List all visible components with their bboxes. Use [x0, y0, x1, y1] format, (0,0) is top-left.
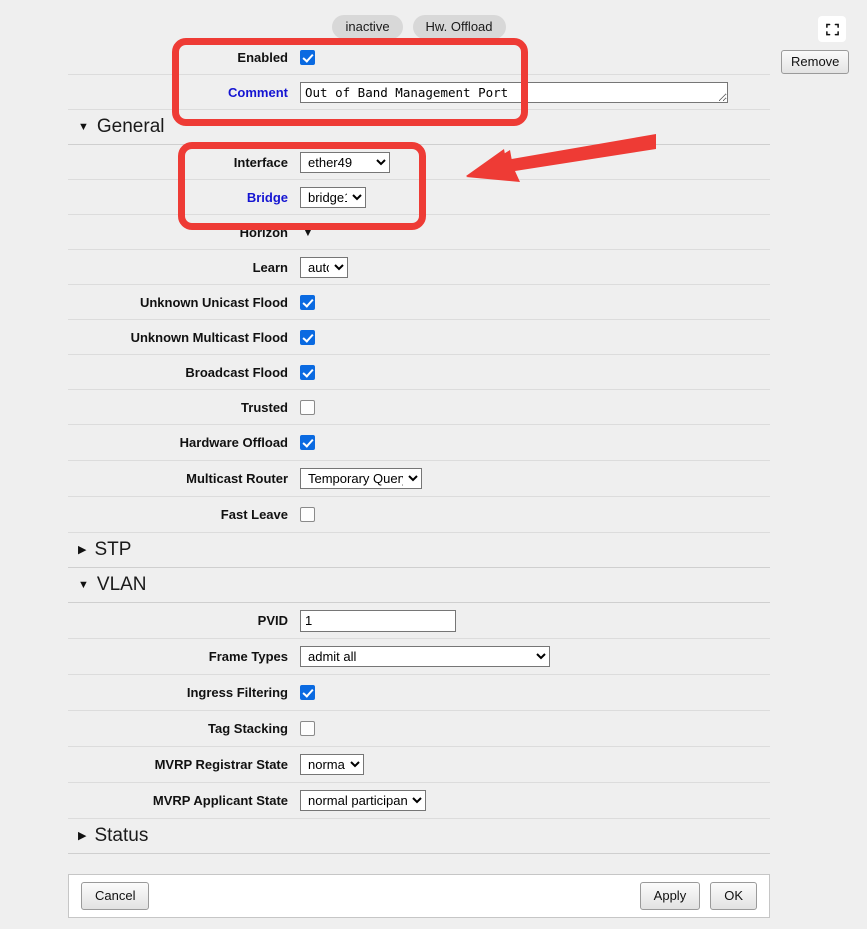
row-unknown-unicast-flood: Unknown Unicast Flood: [68, 285, 770, 320]
comment-textarea[interactable]: Out of Band Management Port: [300, 81, 728, 103]
label-fast-leave: Fast Leave: [220, 507, 288, 522]
row-hardware-offload: Hardware Offload: [68, 425, 770, 461]
label-trusted: Trusted: [241, 399, 288, 415]
interface-select[interactable]: ether49: [300, 151, 390, 173]
label-horizon: Horizon: [239, 224, 288, 240]
settings-form: Enabled Comment Out of Band Management P…: [68, 40, 770, 854]
bridge-port-dialog: inactive Hw. Offload Remove Enabled Comm…: [0, 0, 867, 929]
status-pill-inactive: inactive: [332, 15, 403, 39]
checkbox-hardware-offload[interactable]: [300, 435, 315, 450]
multicast-router-select[interactable]: Temporary Query: [300, 468, 422, 489]
row-mvrp-registrar-state: MVRP Registrar State normal: [68, 747, 770, 783]
row-enabled: Enabled: [68, 40, 770, 75]
row-unknown-multicast-flood: Unknown Multicast Flood: [68, 320, 770, 355]
checkbox-ingress-filtering[interactable]: [300, 685, 315, 700]
chevron-down-icon-vlan: ▼: [78, 578, 89, 591]
row-learn: Learn auto: [68, 250, 770, 285]
row-pvid: PVID: [68, 603, 770, 639]
label-ingress-filtering: Ingress Filtering: [186, 685, 288, 700]
row-frame-types: Frame Types admit all: [68, 639, 770, 675]
checkbox-fast-leave[interactable]: [300, 507, 315, 522]
row-multicast-router: Multicast Router Temporary Query: [68, 461, 770, 497]
apply-button[interactable]: Apply: [639, 882, 701, 910]
chevron-right-icon-status: ▶: [78, 829, 87, 842]
remove-button[interactable]: Remove: [781, 50, 850, 74]
learn-select[interactable]: auto: [300, 256, 348, 278]
checkbox-enabled[interactable]: [300, 49, 315, 65]
section-title-vlan: VLAN: [96, 574, 147, 595]
row-trusted: Trusted: [68, 390, 770, 425]
label-interface: Interface: [233, 154, 288, 170]
section-title-status: Status: [94, 825, 149, 846]
label-hardware-offload: Hardware Offload: [179, 435, 288, 450]
pvid-input[interactable]: [300, 609, 456, 632]
row-interface: Interface ether49: [68, 145, 770, 180]
label-bridge: Bridge: [246, 189, 288, 205]
status-pill-bar: inactive Hw. Offload: [68, 14, 770, 40]
chevron-down-icon-general: ▼: [78, 120, 89, 133]
section-general[interactable]: ▼ General: [68, 110, 770, 145]
chevron-right-icon-stp: ▶: [78, 543, 87, 556]
label-multicast-router: Multicast Router: [186, 471, 288, 486]
label-comment: Comment: [228, 84, 288, 100]
status-pill-hw-offload: Hw. Offload: [412, 15, 506, 39]
label-enabled: Enabled: [237, 49, 288, 65]
fullscreen-icon[interactable]: [818, 16, 846, 42]
mvrp-registrar-state-select[interactable]: normal: [300, 754, 364, 775]
section-title-stp: STP: [94, 539, 132, 560]
label-broadcast-flood: Broadcast Flood: [185, 364, 288, 380]
label-pvid: PVID: [257, 613, 288, 628]
ok-button[interactable]: OK: [710, 882, 757, 910]
section-vlan[interactable]: ▼ VLAN: [68, 568, 770, 603]
section-status[interactable]: ▶ Status: [68, 819, 770, 854]
row-tag-stacking: Tag Stacking: [68, 711, 770, 747]
checkbox-trusted[interactable]: [300, 399, 315, 415]
checkbox-tag-stacking[interactable]: [300, 721, 315, 736]
checkbox-unknown-multicast-flood[interactable]: [300, 329, 315, 345]
checkbox-unknown-unicast-flood[interactable]: [300, 294, 315, 310]
row-horizon: Horizon ▼: [68, 215, 770, 250]
row-bridge: Bridge bridge1: [68, 180, 770, 215]
label-unknown-unicast-flood: Unknown Unicast Flood: [139, 294, 288, 310]
label-tag-stacking: Tag Stacking: [208, 721, 288, 736]
checkbox-broadcast-flood[interactable]: [300, 364, 315, 380]
label-frame-types: Frame Types: [208, 649, 288, 664]
row-broadcast-flood: Broadcast Flood: [68, 355, 770, 390]
chevron-down-icon-horizon[interactable]: ▼: [302, 225, 314, 239]
row-ingress-filtering: Ingress Filtering: [68, 675, 770, 711]
bridge-select[interactable]: bridge1: [300, 186, 366, 208]
label-mvrp-applicant-state: MVRP Applicant State: [152, 793, 288, 808]
section-title-general: General: [96, 116, 165, 137]
dialog-button-bar: Cancel Apply OK: [68, 874, 770, 918]
label-unknown-multicast-flood: Unknown Multicast Flood: [130, 329, 288, 345]
row-fast-leave: Fast Leave: [68, 497, 770, 533]
frame-types-select[interactable]: admit all: [300, 646, 550, 667]
cancel-button[interactable]: Cancel: [81, 882, 150, 910]
row-mvrp-applicant-state: MVRP Applicant State normal participant: [68, 783, 770, 819]
label-mvrp-registrar-state: MVRP Registrar State: [154, 757, 288, 772]
label-learn: Learn: [252, 259, 288, 275]
mvrp-applicant-state-select[interactable]: normal participant: [300, 790, 426, 811]
row-comment: Comment Out of Band Management Port: [68, 75, 770, 110]
section-stp[interactable]: ▶ STP: [68, 533, 770, 568]
